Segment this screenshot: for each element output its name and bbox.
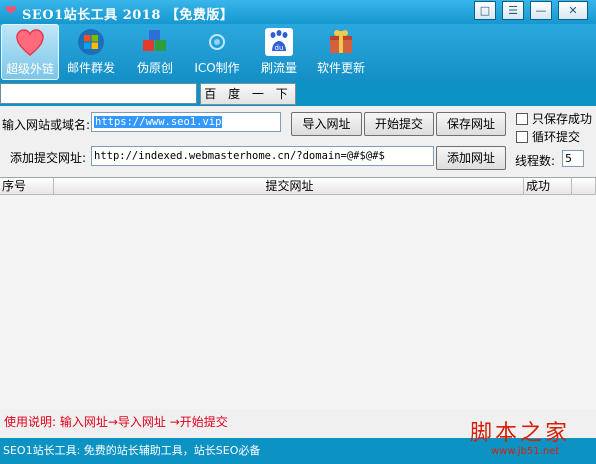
search-row: 百 度 一 下 bbox=[0, 82, 596, 106]
window-title: SEO1站长工具 2018 【免费版】 bbox=[22, 8, 234, 23]
save-urls-button[interactable]: 保存网址 bbox=[436, 112, 506, 136]
usage-instructions: 使用说明: 输入网址→导入网址 →开始提交 bbox=[4, 415, 228, 429]
watermark-url: www.jb51.net bbox=[491, 446, 560, 457]
tool-label: 邮件群发 bbox=[66, 61, 115, 75]
import-urls-button[interactable]: 导入网址 bbox=[291, 112, 362, 136]
only-save-success-label: 只保存成功 bbox=[532, 112, 593, 126]
cubes-icon bbox=[143, 30, 166, 51]
only-save-success-checkbox[interactable] bbox=[516, 113, 528, 125]
ico-icon bbox=[209, 34, 225, 50]
column-header-index[interactable]: 序号 bbox=[0, 178, 54, 195]
close-icon[interactable]: ✕ bbox=[558, 1, 588, 20]
tool-label: 伪原创 bbox=[136, 61, 173, 75]
tool-label: 软件更新 bbox=[316, 61, 365, 75]
heart-icon bbox=[16, 29, 44, 56]
app-heart-icon: ❤ bbox=[5, 3, 17, 19]
submit-url-input[interactable]: http://indexed.webmasterhome.cn/?domain=… bbox=[91, 146, 434, 166]
tool-mass-mail[interactable]: 邮件群发 bbox=[62, 24, 120, 80]
status-text: SEO1站长工具: 免费的站长辅助工具，站长SEO必备 bbox=[3, 444, 261, 457]
start-submit-button[interactable]: 开始提交 bbox=[364, 112, 434, 136]
site-url-input[interactable]: https://www.seo1.vip bbox=[91, 112, 281, 132]
search-input[interactable] bbox=[0, 83, 197, 104]
url-table: 序号 提交网址 成功 bbox=[0, 177, 596, 409]
title-bar: ❤ SEO1站长工具 2018 【免费版】 □ ☰ — ✕ bbox=[0, 0, 596, 24]
tool-label: 超级外链 bbox=[5, 62, 54, 76]
column-header-url[interactable]: 提交网址 bbox=[54, 178, 524, 195]
baidu-search-button[interactable]: 百 度 一 下 bbox=[200, 83, 296, 105]
tool-super-links[interactable]: 超级外链 bbox=[1, 24, 59, 80]
column-header-success[interactable]: 成功 bbox=[524, 178, 572, 195]
tool-label: 刷流量 bbox=[260, 61, 297, 75]
threads-input[interactable]: 5 bbox=[562, 150, 584, 167]
loop-submit-checkbox[interactable] bbox=[516, 131, 528, 143]
windows-logo-icon bbox=[78, 29, 104, 55]
add-url-button[interactable]: 添加网址 bbox=[436, 146, 506, 170]
main-panel: 输入网站或域名: https://www.seo1.vip 导入网址 开始提交 … bbox=[0, 106, 596, 438]
svg-text:du: du bbox=[275, 44, 284, 52]
tool-update[interactable]: 软件更新 bbox=[312, 24, 370, 80]
minimize-icon[interactable]: — bbox=[530, 1, 552, 20]
tool-label: ICO制作 bbox=[194, 61, 240, 75]
tool-pseudo-original[interactable]: 伪原创 bbox=[126, 24, 184, 80]
site-url-value: https://www.seo1.vip bbox=[94, 116, 223, 128]
package-icon bbox=[330, 30, 352, 53]
submit-url-label: 添加提交网址: bbox=[10, 151, 87, 165]
toolbar: 超级外链 邮件群发 伪原创 ICO制作 du 刷流量 软件更新 bbox=[0, 24, 596, 82]
tool-traffic[interactable]: du 刷流量 bbox=[250, 24, 308, 80]
tool-ico-maker[interactable]: ICO制作 bbox=[188, 24, 246, 80]
site-label: 输入网站或域名: bbox=[2, 118, 91, 132]
baidu-paw-icon: du bbox=[265, 28, 293, 56]
chat-icon[interactable]: □ bbox=[474, 1, 496, 20]
watermark-title: 脚本之家 bbox=[470, 421, 571, 446]
menu-icon[interactable]: ☰ bbox=[502, 1, 524, 20]
column-header-filler bbox=[572, 178, 596, 195]
loop-submit-label: 循环提交 bbox=[532, 130, 581, 144]
threads-label: 线程数: bbox=[515, 154, 556, 168]
